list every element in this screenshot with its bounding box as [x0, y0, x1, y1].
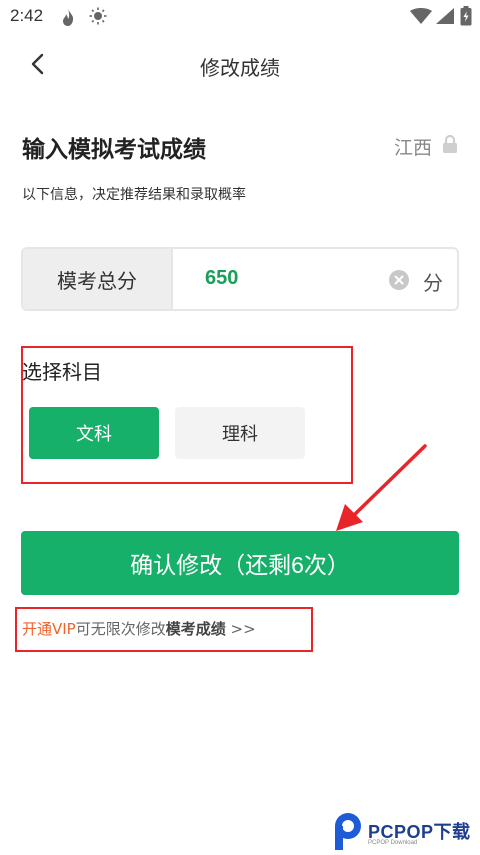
vip-text: 可无限次修改: [75, 620, 166, 638]
wifi-icon: [410, 8, 432, 28]
score-unit: 分: [423, 271, 443, 295]
pcpop-logo-icon: [335, 813, 361, 850]
vip-link[interactable]: 开通VIP: [22, 620, 76, 638]
subject-title: 选择科目: [22, 360, 102, 384]
status-time: 2:42: [10, 6, 44, 25]
nav-bar: 修改成绩: [0, 34, 480, 94]
vip-strong-text: 模考成绩: [165, 620, 226, 638]
annotation-arrow-icon: [336, 444, 427, 531]
vip-chevrons: >>: [225, 620, 256, 638]
score-field: 模考总分 650 分: [21, 247, 459, 311]
lock-icon: [442, 134, 458, 159]
region-indicator: 江西: [394, 133, 458, 160]
watermark: PCPOP下载 PCPOP Download: [332, 810, 480, 855]
status-bar: 2:42: [0, 0, 480, 34]
description-text: 以下信息，决定推荐结果和录取概率: [22, 187, 246, 203]
vip-promo-link[interactable]: 开通VIP可无限次修改模考成绩 >>: [22, 618, 256, 639]
flame-icon: [60, 7, 76, 31]
score-value[interactable]: 650: [205, 267, 238, 290]
page-title: 修改成绩: [200, 56, 280, 80]
region-label: 江西: [393, 137, 432, 159]
brightness-icon: [89, 7, 107, 29]
battery-icon: [460, 6, 472, 30]
watermark-sub: PCPOP Download: [368, 840, 418, 846]
subject-option-arts[interactable]: 文科: [29, 407, 159, 459]
score-input[interactable]: 650 分: [173, 249, 457, 309]
confirm-button[interactable]: 确认修改（还剩6次）: [21, 531, 459, 595]
subject-option-science[interactable]: 理科: [175, 407, 305, 459]
section-heading: 输入模拟考试成绩: [22, 137, 206, 163]
signal-icon: [436, 8, 454, 28]
clear-icon[interactable]: [389, 270, 409, 290]
score-label: 模考总分: [23, 249, 173, 309]
